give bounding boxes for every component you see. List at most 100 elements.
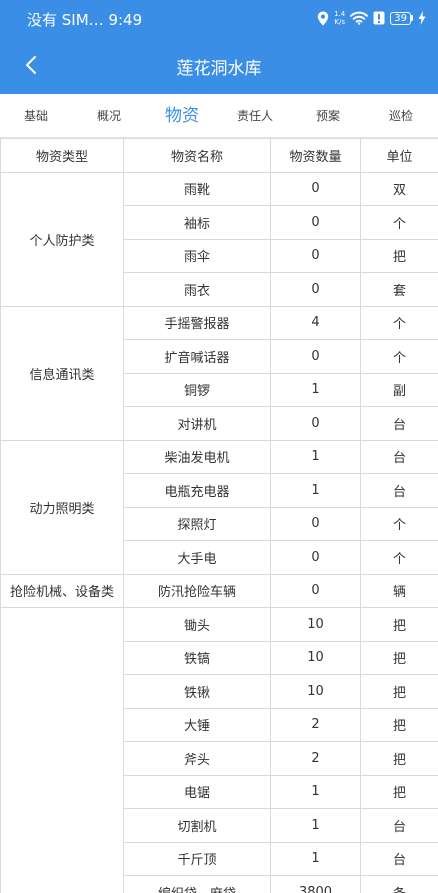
item-quantity-cell: 2 [270,741,361,776]
item-quantity-cell: 10 [270,640,361,675]
net-speed-unit: K/s [334,18,345,26]
carrier-text: 没有 SIM… [27,11,104,29]
status-bar: 没有 SIM… 9:49 1.4 K/s 39 [0,0,438,36]
item-name-cell: 大锤 [123,707,271,742]
item-name-cell: 探照灯 [123,506,271,541]
charging-icon [418,11,426,25]
item-unit-cell: 台 [360,406,438,441]
item-quantity-cell: 0 [270,171,361,206]
wifi-icon [350,11,369,25]
item-quantity-cell: 0 [270,238,361,273]
tab-inspection[interactable]: 巡检 [389,94,413,138]
item-quantity-cell: 3800 [270,875,361,893]
header-quantity: 物资数量 [270,138,361,173]
table-header-row: 物资类型 物资名称 物资数量 单位 [0,138,438,173]
item-unit-cell: 把 [360,774,438,809]
item-unit-cell: 台 [360,841,438,876]
materials-table: 物资类型 物资名称 物资数量 单位 个人防护类 雨靴 0 双袖标 0 个雨伞 0 把雨衣 0 套信… [0,138,438,893]
item-name-cell: 锄头 [123,607,271,642]
item-unit-cell: 辆 [360,573,438,608]
item-name-cell: 雨衣 [123,272,271,307]
item-name-cell: 编织袋、麻袋 [123,875,271,893]
item-name-cell: 切割机 [123,808,271,843]
tab-bar: 基础 概况 物资 责任人 预案 巡检 [0,94,438,138]
item-unit-cell: 把 [360,674,438,709]
table-row: 个人防护类 雨靴 0 双 [0,171,438,307]
item-unit-cell: 把 [360,607,438,642]
category-cell [0,607,124,893]
item-quantity-cell: 0 [270,339,361,374]
item-name-cell: 铁锹 [123,674,271,709]
item-name-cell: 电瓶充电器 [123,473,271,508]
item-unit-cell: 把 [360,741,438,776]
item-quantity-cell: 1 [270,808,361,843]
item-name-cell: 雨伞 [123,238,271,273]
item-quantity-cell: 0 [270,406,361,441]
item-name-cell: 柴油发电机 [123,439,271,474]
table-row: 抢险机械、设备类 防汛抢险车辆 0 辆 [0,573,438,608]
alert-icon [373,11,385,25]
net-speed-value: 1.4 [334,10,346,18]
item-unit-cell: 把 [360,707,438,742]
net-speed-indicator: 1.4 K/s [334,10,345,26]
item-unit-cell: 个 [360,305,438,340]
category-cell: 个人防护类 [0,171,124,307]
item-quantity-cell: 0 [270,540,361,575]
item-unit-cell: 台 [360,439,438,474]
item-name-cell: 铁镐 [123,640,271,675]
item-name-cell: 扩音喊话器 [123,339,271,374]
item-name-cell: 雨靴 [123,171,271,206]
item-unit-cell: 条 [360,875,438,893]
category-cell: 动力照明类 [0,439,124,575]
battery-level: 39 [390,11,411,25]
item-name-cell: 袖标 [123,205,271,240]
tab-overview[interactable]: 概况 [97,94,121,138]
item-name-cell: 铜锣 [123,372,271,407]
item-unit-cell: 副 [360,372,438,407]
item-name-cell: 防汛抢险车辆 [123,573,271,608]
item-name-cell: 对讲机 [123,406,271,441]
status-carrier-time: 没有 SIM… 9:49 [27,9,142,30]
table-row: 信息通讯类 手摇警报器 4 个 [0,305,438,441]
header-unit: 单位 [360,138,438,173]
table-row: 锄头 10 把 [0,607,438,893]
location-icon [317,11,329,25]
item-unit-cell: 台 [360,808,438,843]
header-category: 物资类型 [0,138,124,173]
item-quantity-cell: 1 [270,372,361,407]
item-name-cell: 千斤顶 [123,841,271,876]
tab-plan[interactable]: 预案 [316,94,340,138]
item-quantity-cell: 1 [270,473,361,508]
materials-table-container[interactable]: 物资类型 物资名称 物资数量 单位 个人防护类 雨靴 0 双袖标 0 个雨伞 0 把雨衣 0 套信… [0,138,438,893]
page-title: 莲花洞水库 [176,59,262,79]
item-name-cell: 手摇警报器 [123,305,271,340]
battery-icon: 39 [390,11,413,25]
item-unit-cell: 个 [360,506,438,541]
status-icons: 1.4 K/s 39 [317,9,426,27]
tab-responsible-person[interactable]: 责任人 [237,94,273,138]
item-unit-cell: 个 [360,540,438,575]
item-unit-cell: 台 [360,473,438,508]
battery-cap [411,15,413,21]
tab-materials[interactable]: 物资 [165,94,199,138]
item-name-cell: 大手电 [123,540,271,575]
nav-bar: 莲花洞水库 [0,36,438,94]
item-unit-cell: 套 [360,272,438,307]
item-quantity-cell: 10 [270,674,361,709]
item-quantity-cell: 0 [270,573,361,608]
item-quantity-cell: 1 [270,841,361,876]
item-quantity-cell: 1 [270,774,361,809]
item-unit-cell: 双 [360,171,438,206]
item-name-cell: 电锯 [123,774,271,809]
item-unit-cell: 把 [360,640,438,675]
item-quantity-cell: 0 [270,506,361,541]
item-quantity-cell: 10 [270,607,361,642]
item-quantity-cell: 0 [270,205,361,240]
item-quantity-cell: 1 [270,439,361,474]
item-unit-cell: 把 [360,238,438,273]
item-quantity-cell: 4 [270,305,361,340]
item-quantity-cell: 2 [270,707,361,742]
item-quantity-cell: 0 [270,272,361,307]
tab-basic[interactable]: 基础 [24,94,48,138]
item-name-cell: 斧头 [123,741,271,776]
